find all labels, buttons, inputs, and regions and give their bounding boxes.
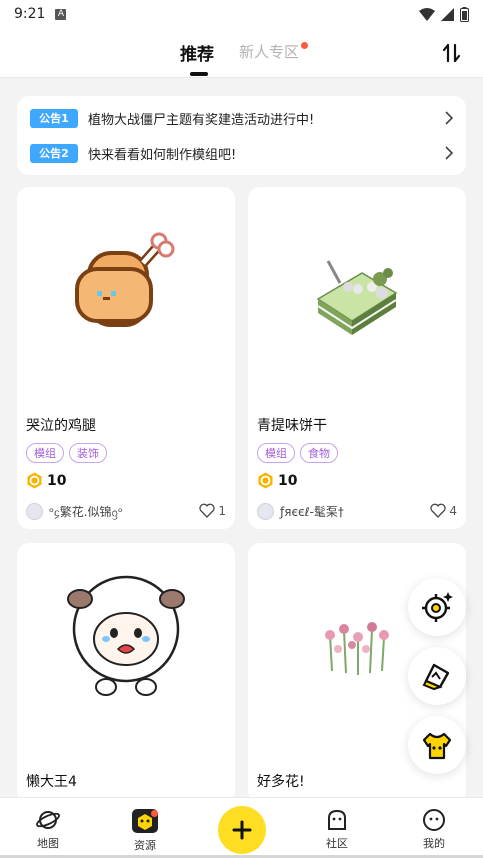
tab-newbie-zone[interactable]: 新人专区: [239, 41, 299, 62]
author[interactable]: ƒяєєℓ-髦䂞†: [257, 503, 344, 520]
announcement-badge: 公告1: [30, 108, 78, 128]
announcement-badge: 公告2: [30, 143, 78, 163]
nav-map[interactable]: 地图: [18, 808, 78, 851]
card-title: 好多花!: [257, 774, 305, 790]
grape-cake-image: [316, 260, 398, 335]
price-value: 10: [278, 472, 298, 489]
top-tab-bar: 推荐 新人专区: [0, 28, 483, 78]
like-count: 1: [218, 503, 226, 518]
author-name: ƒяєєℓ-髦䂞†: [280, 505, 344, 519]
like-button[interactable]: 4: [430, 503, 457, 518]
signal-icon: [441, 7, 454, 21]
announcement-text: 快来看看如何制作模组吧!: [88, 147, 237, 163]
notification-dot: [151, 810, 158, 817]
chicken-leg-image: [75, 232, 175, 327]
sheep-image: [67, 575, 185, 696]
card-title: 哭泣的鸡腿: [26, 418, 96, 434]
ai-create-button[interactable]: [408, 647, 466, 705]
target-sparkle-icon: [422, 592, 453, 622]
price: 10: [26, 472, 66, 489]
tag-list: 模组 食物: [257, 443, 338, 463]
nav-resources[interactable]: 资源: [115, 808, 175, 853]
card-title: 懒大王4: [26, 774, 77, 790]
announcement-panel: 公告1 植物大战僵尸主题有奖建造活动进行中! 公告2 快来看看如何制作模组吧!: [17, 96, 466, 175]
resource-card[interactable]: 青提味饼干 模组 食物 10 ƒяєєℓ-髦䂞† 4: [248, 187, 466, 529]
chevron-right-icon: [445, 111, 454, 125]
price-value: 10: [47, 472, 67, 489]
tag-list: 模组 装饰: [26, 443, 107, 463]
tag[interactable]: 模组: [257, 443, 295, 463]
battery-icon: [460, 6, 469, 22]
author-name: ᵒ᧔繁花.似锦ᦋᵒ: [49, 505, 123, 519]
author[interactable]: ᵒ᧔繁花.似锦ᦋᵒ: [26, 503, 123, 520]
coin-icon: [258, 472, 273, 489]
status-time: 9:21: [14, 6, 46, 22]
tab-recommended[interactable]: 推荐: [180, 40, 214, 65]
avatar: [257, 503, 274, 520]
nav-community[interactable]: 社区: [307, 808, 367, 851]
create-button[interactable]: [218, 806, 266, 854]
plus-icon: [232, 820, 252, 840]
heart-icon: [430, 503, 446, 518]
community-ghost-icon: [328, 809, 346, 830]
nav-label: 我的: [423, 837, 445, 850]
nav-label: 社区: [326, 837, 348, 850]
like-count: 4: [449, 503, 457, 518]
like-button[interactable]: 1: [199, 503, 226, 518]
announcement-text: 植物大战僵尸主题有奖建造活动进行中!: [88, 112, 315, 128]
avatar: [26, 503, 43, 520]
tag[interactable]: 装饰: [69, 443, 107, 463]
status-icons: [419, 6, 469, 22]
wifi-icon: [419, 7, 435, 21]
announcement-row[interactable]: 公告1 植物大战僵尸主题有奖建造活动进行中!: [30, 106, 455, 130]
price: 10: [257, 472, 297, 489]
status-bar: 9:21 A: [0, 0, 483, 28]
planet-icon: [36, 811, 60, 829]
chevron-right-icon: [445, 146, 454, 160]
skin-button[interactable]: [408, 716, 466, 774]
profile-face-icon: [423, 809, 445, 831]
locate-button[interactable]: [408, 578, 466, 636]
resource-card[interactable]: 哭泣的鸡腿 模组 装饰 10 ᵒ᧔繁花.似锦ᦋᵒ 1: [17, 187, 235, 529]
heart-icon: [199, 503, 215, 518]
tag[interactable]: 食物: [300, 443, 338, 463]
active-tab-indicator: [190, 72, 208, 76]
coin-icon: [27, 472, 42, 489]
nav-label: 地图: [37, 837, 59, 850]
bottom-nav: 地图 资源 社区 我的: [0, 797, 483, 858]
announcement-row[interactable]: 公告2 快来看看如何制作模组吧!: [30, 141, 455, 165]
resource-card[interactable]: 懒大王4: [17, 543, 235, 803]
nav-mine[interactable]: 我的: [404, 808, 464, 851]
sort-icon[interactable]: [440, 41, 464, 65]
sim-icon: A: [55, 8, 67, 20]
magic-hat-icon: [422, 663, 450, 691]
card-title: 青提味饼干: [257, 418, 327, 434]
shirt-icon: [422, 732, 452, 760]
nav-label: 资源: [134, 839, 156, 852]
new-dot-badge: [301, 42, 308, 49]
tag[interactable]: 模组: [26, 443, 64, 463]
